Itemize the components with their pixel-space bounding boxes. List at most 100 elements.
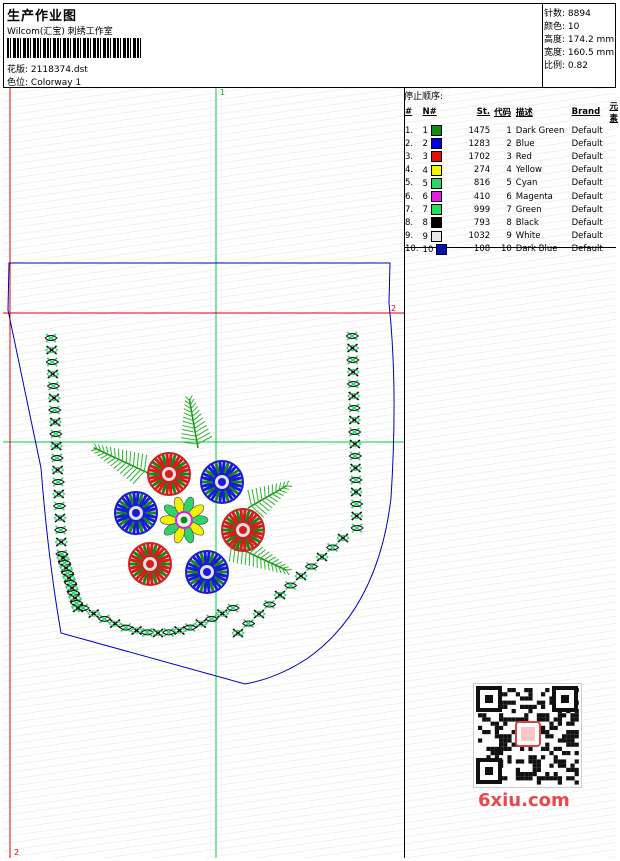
row-description: Dark Green <box>515 125 565 136</box>
chain-link <box>45 345 59 355</box>
row-index: 9. <box>405 231 414 242</box>
chain-link <box>347 415 362 425</box>
row-index: 6. <box>405 191 414 202</box>
row-number: 6 <box>421 190 450 203</box>
col-code: 代码 <box>494 108 512 118</box>
chain-link <box>242 618 256 629</box>
chain-link <box>348 451 362 461</box>
row-description: Dark Blue <box>515 244 558 255</box>
row-stitches: 1475 <box>468 125 491 136</box>
row-code: 1 <box>506 125 512 136</box>
row-code: 9 <box>506 231 512 242</box>
chain-link <box>48 417 62 427</box>
chain-link <box>140 627 155 637</box>
chain-link <box>231 628 245 638</box>
chain-link <box>226 603 240 613</box>
rosette <box>128 542 172 586</box>
rosette <box>221 508 265 552</box>
chain-link <box>345 331 359 341</box>
row-number: 7 <box>421 203 450 216</box>
design-row: 花版: 2118374.dst <box>7 62 88 75</box>
chain-link <box>47 381 61 391</box>
row-code: 6 <box>506 191 512 202</box>
row-description: Yellow <box>515 165 542 176</box>
chain-link <box>347 379 361 389</box>
row-brand: Default <box>571 151 603 162</box>
chain-link <box>194 618 208 629</box>
row-stitches: 410 <box>473 191 491 202</box>
table-row: 2. 2 1283 2 Blue Default <box>403 137 620 150</box>
chain-link <box>52 489 66 499</box>
row-description: Blue <box>515 138 535 149</box>
axis-label-bottom: 2 <box>14 848 20 857</box>
axis-label-top: 1 <box>220 88 226 97</box>
row-stitches: 1283 <box>468 138 491 149</box>
color-swatch <box>430 138 442 150</box>
row-element <box>607 177 620 190</box>
color-swatch <box>430 230 442 242</box>
row-number: 4 <box>421 164 450 177</box>
embroidery-preview <box>3 88 404 858</box>
row-number: 5 <box>421 177 450 190</box>
design-label: 花版: <box>7 65 29 75</box>
chain-link <box>50 453 64 463</box>
stat-scale: 比例: 0.82 <box>544 61 588 71</box>
row-stitches: 1702 <box>468 151 491 162</box>
design-value: 2118374.dst <box>30 65 88 75</box>
row-code: 10 <box>500 244 512 255</box>
rosette <box>147 452 191 496</box>
chain-link <box>173 625 187 636</box>
color-swatch <box>430 191 442 203</box>
row-index: 5. <box>405 178 414 189</box>
row-element <box>607 124 620 137</box>
col-brand: Brand <box>571 107 601 117</box>
chain-link <box>349 463 363 473</box>
row-code: 4 <box>506 165 512 176</box>
row-stitches: 816 <box>473 178 491 189</box>
stop-sequence-table: # N# St. 代码 描述 Brand 元素 1. 1 1475 1 Dark Gr… <box>403 100 620 256</box>
row-description: Cyan <box>515 178 538 189</box>
colorway-label: 色位: <box>7 78 29 88</box>
flower-motif <box>90 394 293 594</box>
chain-link <box>130 625 144 636</box>
chain-link <box>294 571 308 581</box>
colorway-row: 色位: Colorway 1 <box>7 75 81 88</box>
chain-link <box>252 609 266 619</box>
chain-link <box>350 511 364 521</box>
chain-link <box>350 499 364 509</box>
row-index: 2. <box>405 138 414 149</box>
col-description: 描述 <box>515 108 533 118</box>
chain-link <box>48 405 62 415</box>
table-row: 9. 9 1032 9 White Default <box>403 230 620 243</box>
axis-label-right: 2 <box>391 304 397 313</box>
company-name: Wilcom(汇宝) 刺绣工作室 <box>7 27 113 37</box>
row-index: 3. <box>405 151 414 162</box>
row-code: 8 <box>506 217 512 228</box>
row-element <box>607 190 620 203</box>
chain-link <box>336 533 350 543</box>
chain-link <box>215 608 230 619</box>
chain-link <box>46 369 60 379</box>
row-element <box>607 164 620 177</box>
chain-link <box>305 561 319 572</box>
row-index: 7. <box>405 204 414 215</box>
chain-link <box>49 429 63 439</box>
row-index: 8. <box>405 217 414 228</box>
table-row: 3. 3 1702 3 Red Default <box>403 150 620 163</box>
stat-stitches: 针数: 8894 <box>544 9 591 19</box>
row-number: 3 <box>421 150 450 163</box>
row-brand: Default <box>571 165 603 176</box>
qr-code <box>473 683 582 788</box>
col-stitches: St. <box>476 107 491 117</box>
row-description: White <box>515 231 541 242</box>
chain-link <box>108 618 122 629</box>
row-description: Green <box>515 204 542 215</box>
row-brand: Default <box>571 138 603 149</box>
row-code: 3 <box>506 151 512 162</box>
chain-link <box>273 590 287 600</box>
rosette <box>200 460 244 504</box>
chain-link <box>346 343 360 353</box>
rosette <box>114 491 158 535</box>
color-swatch <box>430 204 442 216</box>
row-stitches: 999 <box>473 204 491 215</box>
